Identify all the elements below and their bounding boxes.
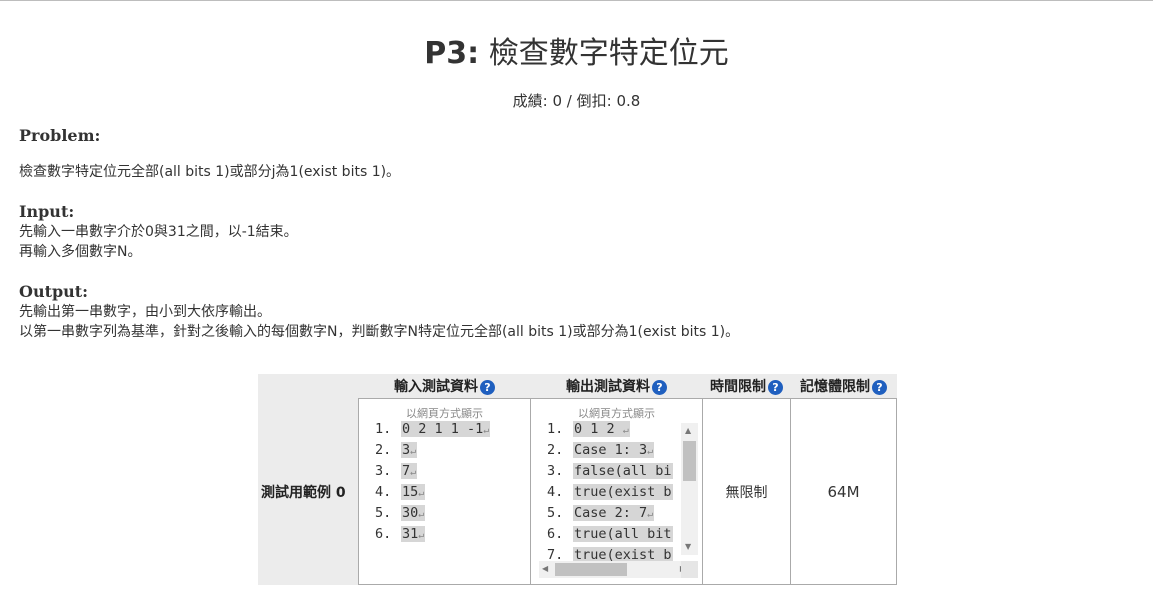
problem-text: 檢查數字特定位元全部(all bits 1)或部分j為1(exist bits …	[19, 164, 401, 180]
line-text: false(all bi	[573, 463, 673, 479]
return-icon: ↵	[418, 509, 425, 520]
input-section: Input: 先輸入一串數字介於0與31之間，以-1結束。 再輸入多個數字N。	[19, 202, 298, 262]
title-text: 檢查數字特定位元	[488, 36, 729, 71]
input-heading: Input:	[19, 202, 75, 221]
input-line: 再輸入多個數字N。	[19, 244, 142, 260]
help-icon[interactable]: ?	[768, 379, 783, 395]
help-icon[interactable]: ?	[480, 379, 495, 395]
output-data-cell: 以網頁方式顯示 1. 0 1 2 ↵ 2. Case 1: 3↵ 3. false(a…	[530, 398, 703, 585]
return-icon: ↵	[647, 509, 654, 520]
scrollbar-corner	[681, 561, 698, 578]
output-heading: Output:	[19, 282, 89, 301]
input-line: 先輸入一串數字介於0與31之間，以-1結束。	[19, 224, 298, 240]
return-icon: ↵	[410, 467, 417, 478]
line-number: 5.	[375, 505, 392, 521]
header-label: 輸入測試資料	[394, 379, 478, 395]
testcase-table: 輸入測試資料? 輸出測試資料? 時間限制? 記憶體限制? 測試用範例 0 以網頁…	[258, 374, 897, 585]
help-icon[interactable]: ?	[872, 379, 887, 395]
corner-header	[258, 374, 359, 399]
horizontal-scroll-thumb[interactable]	[555, 563, 627, 576]
top-divider	[0, 0, 1153, 1]
output-data-box: 以網頁方式顯示 1. 0 1 2 ↵ 2. Case 1: 3↵ 3. false(a…	[531, 399, 702, 584]
memory-limit-value: 64M	[790, 398, 897, 585]
help-icon[interactable]: ?	[652, 379, 667, 395]
output-data-list: 1. 0 1 2 ↵ 2. Case 1: 3↵ 3. false(all bi 4.…	[531, 419, 702, 566]
list-item: 5. 30↵	[375, 503, 530, 524]
line-text: true(exist b	[573, 484, 673, 500]
header-output-data: 輸出測試資料?	[530, 374, 703, 399]
header-input-data: 輸入測試資料?	[358, 374, 531, 399]
scroll-down-icon[interactable]: ▼	[685, 543, 691, 551]
list-item: 1. 0 2 1 1 -1↵	[375, 419, 530, 440]
list-item: 2. 3↵	[375, 440, 530, 461]
list-item: 6. 31↵	[375, 524, 530, 545]
line-text: 3	[402, 442, 411, 458]
line-number: 4.	[547, 484, 564, 500]
score-line: 成績: 0 / 倒扣: 0.8	[512, 92, 641, 110]
line-text: 7	[402, 463, 411, 479]
line-number: 1.	[547, 421, 564, 437]
scroll-left-icon[interactable]: ◀	[542, 565, 548, 573]
input-data-cell: 以網頁方式顯示 1. 0 2 1 1 -1↵ 2. 3↵ 3. 7↵ 4. 15↵ 5.…	[358, 398, 531, 585]
return-icon: ↵	[418, 488, 425, 499]
list-item: 4. 15↵	[375, 482, 530, 503]
line-text: 15	[402, 484, 419, 500]
line-number: 3.	[547, 463, 564, 479]
line-text: 30	[402, 505, 419, 521]
problem-heading: Problem:	[19, 126, 101, 145]
horizontal-scrollbar[interactable]: ◀ ▶	[539, 561, 689, 578]
row-label: 測試用範例 0	[258, 398, 359, 585]
vertical-scrollbar[interactable]: ▲ ▼	[681, 423, 698, 555]
line-text: 0 2 1 1 -1	[402, 421, 484, 437]
list-item: 3. 7↵	[375, 461, 530, 482]
output-line: 以第一串數字列為基準，針對之後輸入的每個數字N，判斷數字N特定位元全部(all …	[19, 324, 740, 340]
return-icon: ↵	[483, 425, 490, 436]
view-as-web-link[interactable]: 以網頁方式顯示	[531, 405, 702, 420]
line-number: 2.	[375, 442, 392, 458]
return-icon: ↵	[418, 530, 425, 541]
view-as-web-link[interactable]: 以網頁方式顯示	[359, 405, 530, 420]
line-number: 1.	[375, 421, 392, 437]
line-text: true(all bit	[573, 526, 673, 542]
input-data-list: 1. 0 2 1 1 -1↵ 2. 3↵ 3. 7↵ 4. 15↵ 5. 30↵ 6. 31…	[359, 419, 530, 545]
problem-section: Problem: 檢查數字特定位元全部(all bits 1)或部分j為1(ex…	[19, 126, 400, 182]
page-title: P3: 檢查數字特定位元	[0, 28, 1153, 72]
line-number: 5.	[547, 505, 564, 521]
line-number: 3.	[375, 463, 392, 479]
header-memory-limit: 記憶體限制?	[790, 374, 897, 399]
line-text: 0 1 2	[574, 421, 623, 437]
time-limit-value: 無限制	[702, 398, 791, 585]
header-label: 時間限制	[710, 379, 766, 395]
vertical-scroll-thumb[interactable]	[683, 441, 696, 481]
line-number: 4.	[375, 484, 392, 500]
header-label: 輸出測試資料	[566, 379, 650, 395]
line-number: 6.	[375, 526, 392, 542]
line-number: 2.	[547, 442, 564, 458]
scroll-up-icon[interactable]: ▲	[685, 427, 691, 435]
return-icon: ↵	[410, 446, 417, 457]
line-text: 31	[402, 526, 419, 542]
input-data-box: 以網頁方式顯示 1. 0 2 1 1 -1↵ 2. 3↵ 3. 7↵ 4. 15↵ 5.…	[359, 399, 530, 584]
line-number: 6.	[547, 526, 564, 542]
line-text: Case 1: 3	[574, 442, 648, 458]
output-section: Output: 先輸出第一串數字，由小到大依序輸出。 以第一串數字列為基準，針對…	[19, 282, 739, 342]
line-text: Case 2: 7	[574, 505, 648, 521]
title-prefix: P3:	[424, 36, 480, 71]
return-icon: ↵	[647, 446, 654, 457]
output-line: 先輸出第一串數字，由小到大依序輸出。	[19, 304, 271, 320]
header-time-limit: 時間限制?	[702, 374, 791, 399]
return-icon: ↵	[622, 425, 629, 436]
header-label: 記憶體限制	[800, 379, 870, 395]
